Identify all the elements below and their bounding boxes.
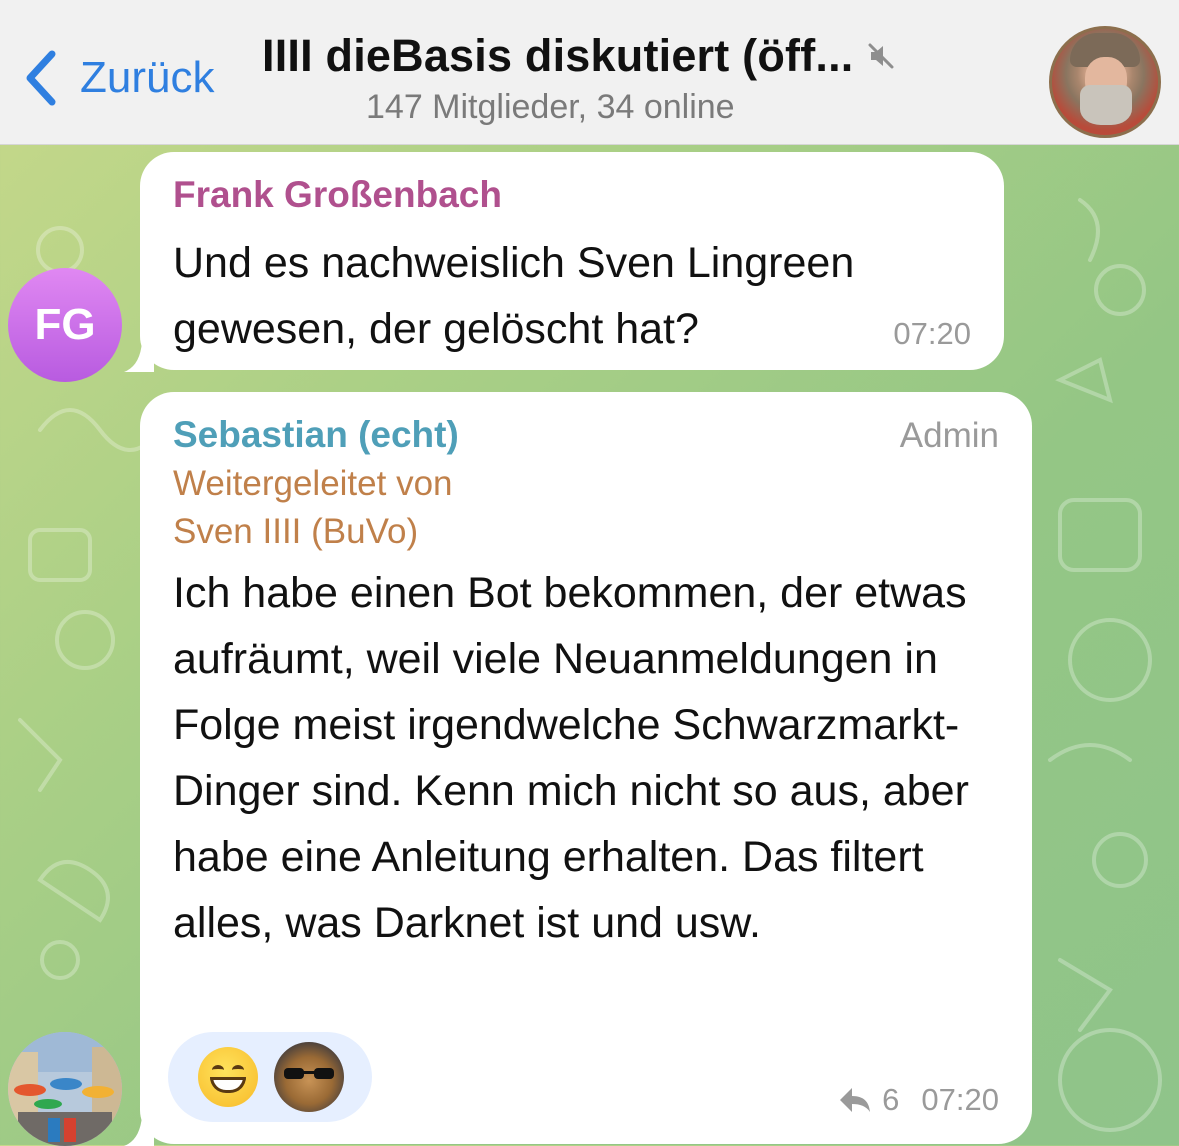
message-time: 07:20 <box>893 316 971 351</box>
avatar[interactable]: FG <box>8 268 122 382</box>
message-time: 07:20 <box>921 1082 999 1117</box>
sender-name[interactable]: Sebastian (echt) <box>173 414 459 456</box>
message-bubble[interactable]: Sebastian (echt) Admin Weitergeleitet vo… <box>140 392 1032 1144</box>
back-label: Zurück <box>80 53 215 102</box>
reply-count[interactable]: 6 <box>882 1082 899 1118</box>
message-meta: 6 07:20 <box>838 1082 999 1118</box>
reactions-bar[interactable] <box>168 1032 372 1122</box>
admin-badge: Admin <box>899 416 999 455</box>
avatar[interactable] <box>8 1032 122 1146</box>
grinning-emoji-icon[interactable] <box>198 1047 258 1107</box>
member-count: 147 Mitglieder, 34 online <box>366 88 735 126</box>
forwarded-from[interactable]: Sven IIII (BuVo) <box>173 512 418 552</box>
avatar-initials: FG <box>34 300 96 349</box>
forwarded-label: Weitergeleitet von <box>173 464 453 503</box>
reply-arrow-icon[interactable] <box>838 1086 872 1114</box>
chat-title: IIII dieBasis diskutiert (öff... <box>262 30 854 81</box>
back-button[interactable]: Zurück <box>22 48 214 108</box>
message-text: Und es nachweislich Sven Lingreen gewese… <box>173 239 855 353</box>
message-bubble[interactable]: Frank Großenbach Und es nachweislich Sve… <box>140 152 1004 370</box>
group-avatar[interactable] <box>1049 26 1161 138</box>
message-text: Ich habe einen Bot bekommen, der etwas a… <box>173 569 969 947</box>
chat-title-area[interactable]: IIII dieBasis diskutiert (öff... <box>262 30 982 82</box>
chevron-left-icon <box>26 50 56 106</box>
chat-header: Zurück IIII dieBasis diskutiert (öff... … <box>0 0 1179 145</box>
dog-sunglasses-sticker-icon[interactable] <box>274 1042 344 1112</box>
sender-name[interactable]: Frank Großenbach <box>173 174 502 216</box>
speaker-muted-icon <box>868 43 894 69</box>
